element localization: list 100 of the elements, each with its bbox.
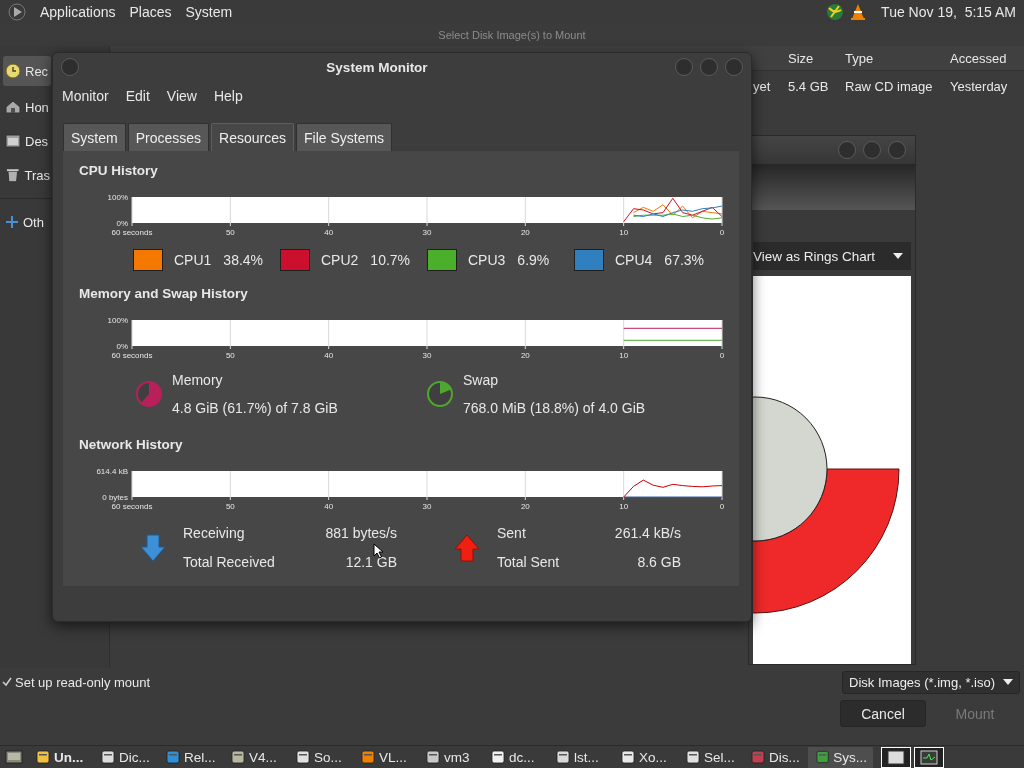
axis-tick-label: 30 [422, 228, 432, 237]
taskbar-item[interactable]: Dic... [93, 746, 158, 768]
workspace-icon[interactable] [914, 746, 944, 768]
taskbar-item[interactable]: Un... [28, 746, 93, 768]
axis-tick-label: 0 [719, 351, 725, 360]
legend-value: 38.4% [223, 252, 264, 268]
color-swatch[interactable] [133, 249, 163, 271]
legend-label: Sent [497, 525, 527, 541]
app-icon [361, 750, 375, 764]
tab[interactable]: Resources [211, 123, 294, 151]
legend-label: CPU1 [174, 252, 212, 268]
panel-menu[interactable]: Applications [40, 4, 116, 20]
app-icon [751, 750, 765, 764]
tab[interactable]: Processes [127, 123, 210, 151]
caret-icon [1003, 679, 1013, 685]
section-title: Network History [79, 437, 183, 452]
upload-arrow-icon [454, 533, 480, 562]
sidebar-item[interactable]: Des [0, 124, 50, 158]
taskbar-item[interactable]: vm3 [418, 746, 483, 768]
axis-tick-label: 0% [116, 342, 128, 351]
taskbar-item[interactable]: So... [288, 746, 353, 768]
line-series [623, 479, 723, 498]
panel-menu[interactable]: Places [129, 4, 172, 20]
legend-label: Total Received [183, 554, 275, 570]
home-icon [5, 99, 21, 115]
taskbar-item[interactable]: Sel... [678, 746, 743, 768]
taskbar-item[interactable]: Rel... [158, 746, 223, 768]
app-icon [166, 750, 180, 764]
axis-tick-label: 100% [107, 193, 128, 202]
axis-tick-label: 0 [719, 502, 725, 511]
mouse-pointer-icon [373, 543, 384, 559]
traffic-cone-icon[interactable] [849, 3, 868, 21]
legend-label: Total Sent [497, 554, 560, 570]
checkbox-label[interactable]: Set up read-only mount [15, 674, 151, 690]
app-icon [231, 750, 245, 764]
axis-tick-label: 100% [107, 316, 128, 325]
table-cell-text: 5.4 GB [787, 78, 830, 94]
legend-label: Memory [172, 372, 224, 388]
clock[interactable]: Tue Nov 19, 5:15 AM [881, 4, 1016, 20]
play-icon[interactable] [8, 3, 26, 21]
app-icon [816, 750, 830, 764]
sidebar-item[interactable]: Oth [0, 205, 50, 239]
axis-tick-label: 10 [619, 351, 629, 360]
taskbar-item[interactable]: VL... [353, 746, 418, 768]
download-arrow-icon [140, 533, 166, 562]
table-cell-text: Yesterday [949, 78, 1009, 94]
dialog-button[interactable]: Cancel [840, 700, 926, 727]
desktop-icon [5, 133, 21, 149]
tab[interactable]: System [63, 123, 126, 151]
app-icon [426, 750, 440, 764]
legend-label: CPU4 [615, 252, 653, 268]
sidebar-item[interactable]: Rec [3, 56, 51, 86]
legend-value: 8.6 GB [636, 554, 681, 570]
menu-item[interactable]: Edit [120, 84, 156, 108]
legend-label: CPU3 [468, 252, 506, 268]
window-title: System Monitor [326, 59, 428, 75]
axis-tick-label: 50 [225, 502, 235, 511]
axis-tick-label: 60 seconds [111, 351, 153, 360]
plus-icon [5, 215, 19, 229]
app-icon [296, 750, 310, 764]
file-type-dropdown[interactable]: Disk Images (*.img, *.iso) [842, 670, 1020, 694]
menu-item[interactable]: Help [208, 84, 249, 108]
axis-tick-label: 0% [116, 219, 128, 228]
taskbar-item[interactable]: Xo... [613, 746, 678, 768]
clock-icon [5, 63, 21, 79]
sidebar-item[interactable]: Hon [0, 90, 50, 124]
menu-item[interactable]: Monitor [57, 84, 115, 108]
axis-tick-label: 614.4 kB [96, 467, 128, 476]
axis-tick-label: 30 [422, 502, 432, 511]
taskbar-item[interactable]: dc... [483, 746, 548, 768]
legend-value: 67.3% [664, 252, 705, 268]
panel-menu[interactable]: System [185, 4, 233, 20]
app-icon [686, 750, 700, 764]
menu-item[interactable]: View [161, 84, 203, 108]
column-header[interactable]: Size [785, 50, 842, 66]
color-swatch[interactable] [280, 249, 310, 271]
axis-tick-label: 30 [422, 351, 432, 360]
column-header[interactable]: Type [842, 50, 947, 66]
caret-icon [893, 253, 903, 259]
color-swatch[interactable] [427, 249, 457, 271]
dialog-title: Select Disk Image(s) to Mount [438, 29, 586, 41]
show-desktop-icon[interactable] [5, 749, 23, 765]
taskbar-item[interactable]: Dis... [743, 746, 808, 768]
globe-icon[interactable] [825, 2, 846, 22]
taskbar-item[interactable]: V4... [223, 746, 288, 768]
axis-tick-label: 60 seconds [111, 228, 153, 237]
column-header[interactable]: Accessed [947, 50, 1024, 66]
workspace-icon[interactable] [881, 746, 911, 768]
taskbar-item[interactable]: lst... [548, 746, 613, 768]
color-swatch[interactable] [574, 249, 604, 271]
legend-value: 881 bytes/s [324, 525, 397, 541]
checkbox[interactable] [2, 677, 12, 687]
axis-tick-label: 0 [719, 228, 725, 237]
sidebar-item[interactable]: Tras [0, 158, 50, 192]
view-mode-dropdown[interactable]: View as Rings Chart [753, 242, 911, 270]
app-icon [36, 750, 50, 764]
tab[interactable]: File Systems [295, 123, 393, 151]
axis-tick-label: 20 [520, 502, 530, 511]
taskbar-item[interactable]: Sys... [808, 746, 873, 768]
axis-tick-label: 40 [324, 502, 334, 511]
